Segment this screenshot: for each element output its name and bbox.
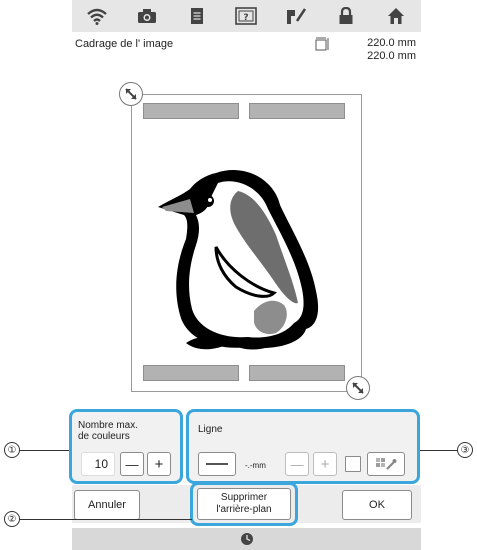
size-icon <box>315 37 329 51</box>
cancel-button[interactable]: Annuler <box>74 490 140 520</box>
line-minus-button[interactable]: — <box>285 452 309 476</box>
image-canvas[interactable] <box>119 82 370 400</box>
thread-icon[interactable] <box>281 4 311 28</box>
embroidery-frame-bar <box>143 103 239 119</box>
clock-icon[interactable] <box>240 532 254 546</box>
wifi-icon[interactable] <box>82 4 112 28</box>
callout-line-1 <box>20 450 69 451</box>
camera-icon[interactable] <box>132 4 162 28</box>
callout-line-3 <box>420 450 457 451</box>
line-icon <box>206 463 228 465</box>
width-value: 220.0 mm <box>367 37 416 49</box>
line-label: Ligne <box>198 424 223 435</box>
callout-1: ① <box>4 442 20 458</box>
max-colors-label-line2: de couleurs <box>78 431 130 442</box>
ok-button[interactable]: OK <box>342 490 412 520</box>
resize-handle-bottom-right[interactable] <box>346 376 370 400</box>
max-colors-label-line1: Nombre max. <box>78 420 139 431</box>
help-icon[interactable]: ? <box>231 4 261 28</box>
height-value: 220.0 mm <box>367 50 416 62</box>
line-thickness-value: -.-mm <box>245 461 266 470</box>
colors-minus-button[interactable]: — <box>120 452 144 476</box>
colors-plus-button[interactable]: + <box>147 452 171 476</box>
svg-text:?: ? <box>244 13 249 23</box>
line-color-swatch[interactable] <box>345 456 361 472</box>
callout-line-2 <box>20 519 192 520</box>
line-plus-button[interactable]: + <box>313 452 337 476</box>
remove-background-button[interactable]: Supprimer l'arrière-plan <box>197 488 291 520</box>
eyedropper-button[interactable] <box>367 452 405 476</box>
page-title: Cadrage de l' image <box>75 38 174 50</box>
callout-3: ③ <box>457 442 473 458</box>
max-colors-section: Nombre max. de couleurs 10 — + <box>69 409 183 484</box>
resize-handle-top-left[interactable] <box>119 82 143 106</box>
max-colors-value: 10 <box>81 452 115 476</box>
callout-2: ② <box>4 511 20 527</box>
lock-icon[interactable] <box>331 4 361 28</box>
footer-bar <box>72 528 421 550</box>
embroidery-frame-bar <box>249 103 345 119</box>
resize-arrow-icon <box>125 88 137 100</box>
eyedropper-icon <box>376 458 397 470</box>
document-icon[interactable] <box>182 4 212 28</box>
embroidery-frame-bar <box>143 365 239 381</box>
penguin-image <box>158 169 319 350</box>
line-section: Ligne -.-mm — + <box>186 409 420 484</box>
home-icon[interactable] <box>381 4 411 28</box>
resize-arrow-icon <box>352 382 364 394</box>
remove-background-label-line2: l'arrière-plan <box>216 504 272 515</box>
embroidery-frame-bar <box>249 365 345 381</box>
top-toolbar: ? <box>72 0 421 32</box>
line-toggle-button[interactable] <box>198 452 236 476</box>
remove-background-label-line1: Supprimer <box>220 492 268 503</box>
